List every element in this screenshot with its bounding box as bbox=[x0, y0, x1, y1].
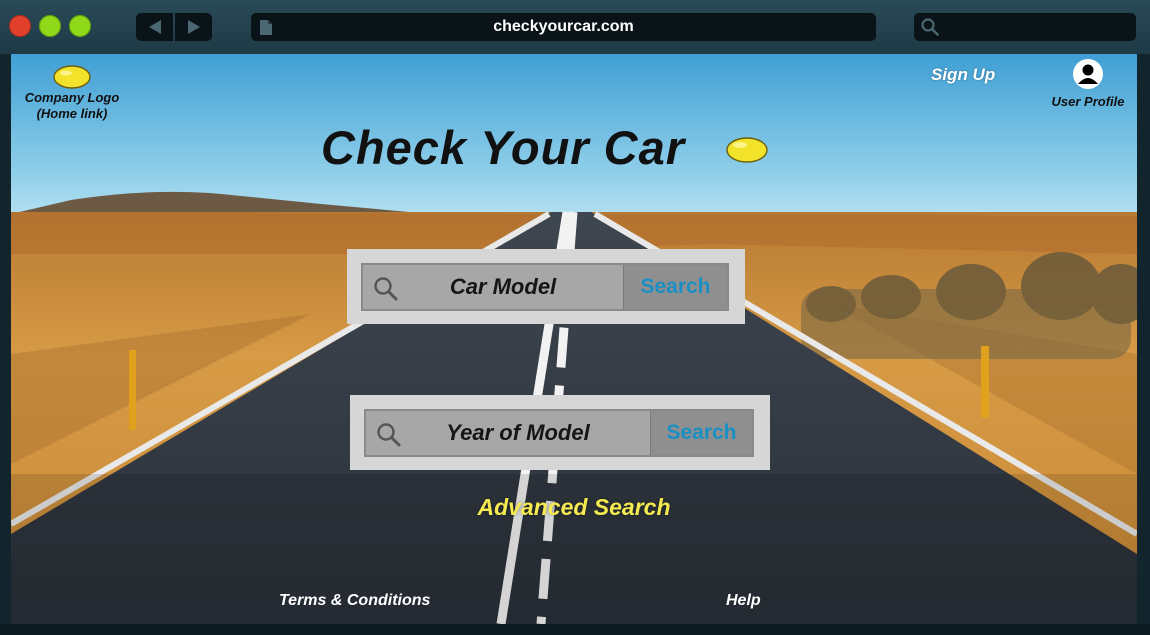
advanced-search-link[interactable]: Advanced Search bbox=[11, 494, 1137, 521]
back-button[interactable] bbox=[136, 13, 173, 41]
user-profile-link[interactable]: User Profile bbox=[1043, 58, 1133, 109]
maximize-window-button[interactable] bbox=[69, 15, 91, 37]
page-viewport: Company Logo (Home link) Sign Up User Pr… bbox=[11, 54, 1137, 624]
user-avatar-icon bbox=[1073, 59, 1103, 89]
lemon-icon bbox=[726, 137, 768, 163]
car-model-search-box: Car Model Search bbox=[347, 249, 745, 324]
logo-label: Company Logo (Home link) bbox=[24, 90, 120, 121]
search-icon bbox=[377, 423, 401, 447]
terms-and-conditions-link[interactable]: Terms & Conditions bbox=[279, 592, 430, 610]
car-model-search-button[interactable]: Search bbox=[623, 265, 727, 309]
year-search-box: Year of Model Search bbox=[350, 395, 770, 470]
forward-arrow-icon bbox=[187, 20, 200, 34]
address-bar[interactable]: checkyourcar.com bbox=[251, 13, 876, 41]
sign-up-link[interactable]: Sign Up bbox=[931, 65, 995, 85]
year-of-model-input[interactable]: Year of Model bbox=[366, 411, 650, 455]
user-profile-label: User Profile bbox=[1051, 94, 1125, 109]
year-of-model-placeholder: Year of Model bbox=[446, 420, 590, 445]
minimize-window-button[interactable] bbox=[39, 15, 61, 37]
browser-bottom-edge bbox=[0, 624, 1150, 635]
url-text: checkyourcar.com bbox=[493, 18, 634, 35]
year-search-button[interactable]: Search bbox=[650, 411, 752, 455]
close-window-button[interactable] bbox=[9, 15, 31, 37]
browser-search-field[interactable] bbox=[914, 13, 1136, 41]
back-arrow-icon bbox=[148, 20, 161, 34]
search-icon bbox=[374, 277, 398, 301]
search-icon bbox=[921, 18, 939, 36]
forward-button[interactable] bbox=[175, 13, 212, 41]
help-link[interactable]: Help bbox=[726, 592, 761, 610]
lemon-icon bbox=[53, 65, 91, 89]
browser-toolbar: checkyourcar.com bbox=[0, 0, 1150, 54]
car-model-placeholder: Car Model bbox=[449, 274, 557, 299]
year-search-bar: Year of Model Search bbox=[364, 409, 754, 457]
car-model-input[interactable]: Car Model bbox=[363, 265, 623, 309]
company-logo-home-link[interactable]: Company Logo (Home link) bbox=[17, 64, 127, 122]
page-title: Check Your Car bbox=[321, 121, 686, 174]
car-model-search-bar: Car Model Search bbox=[361, 263, 729, 311]
